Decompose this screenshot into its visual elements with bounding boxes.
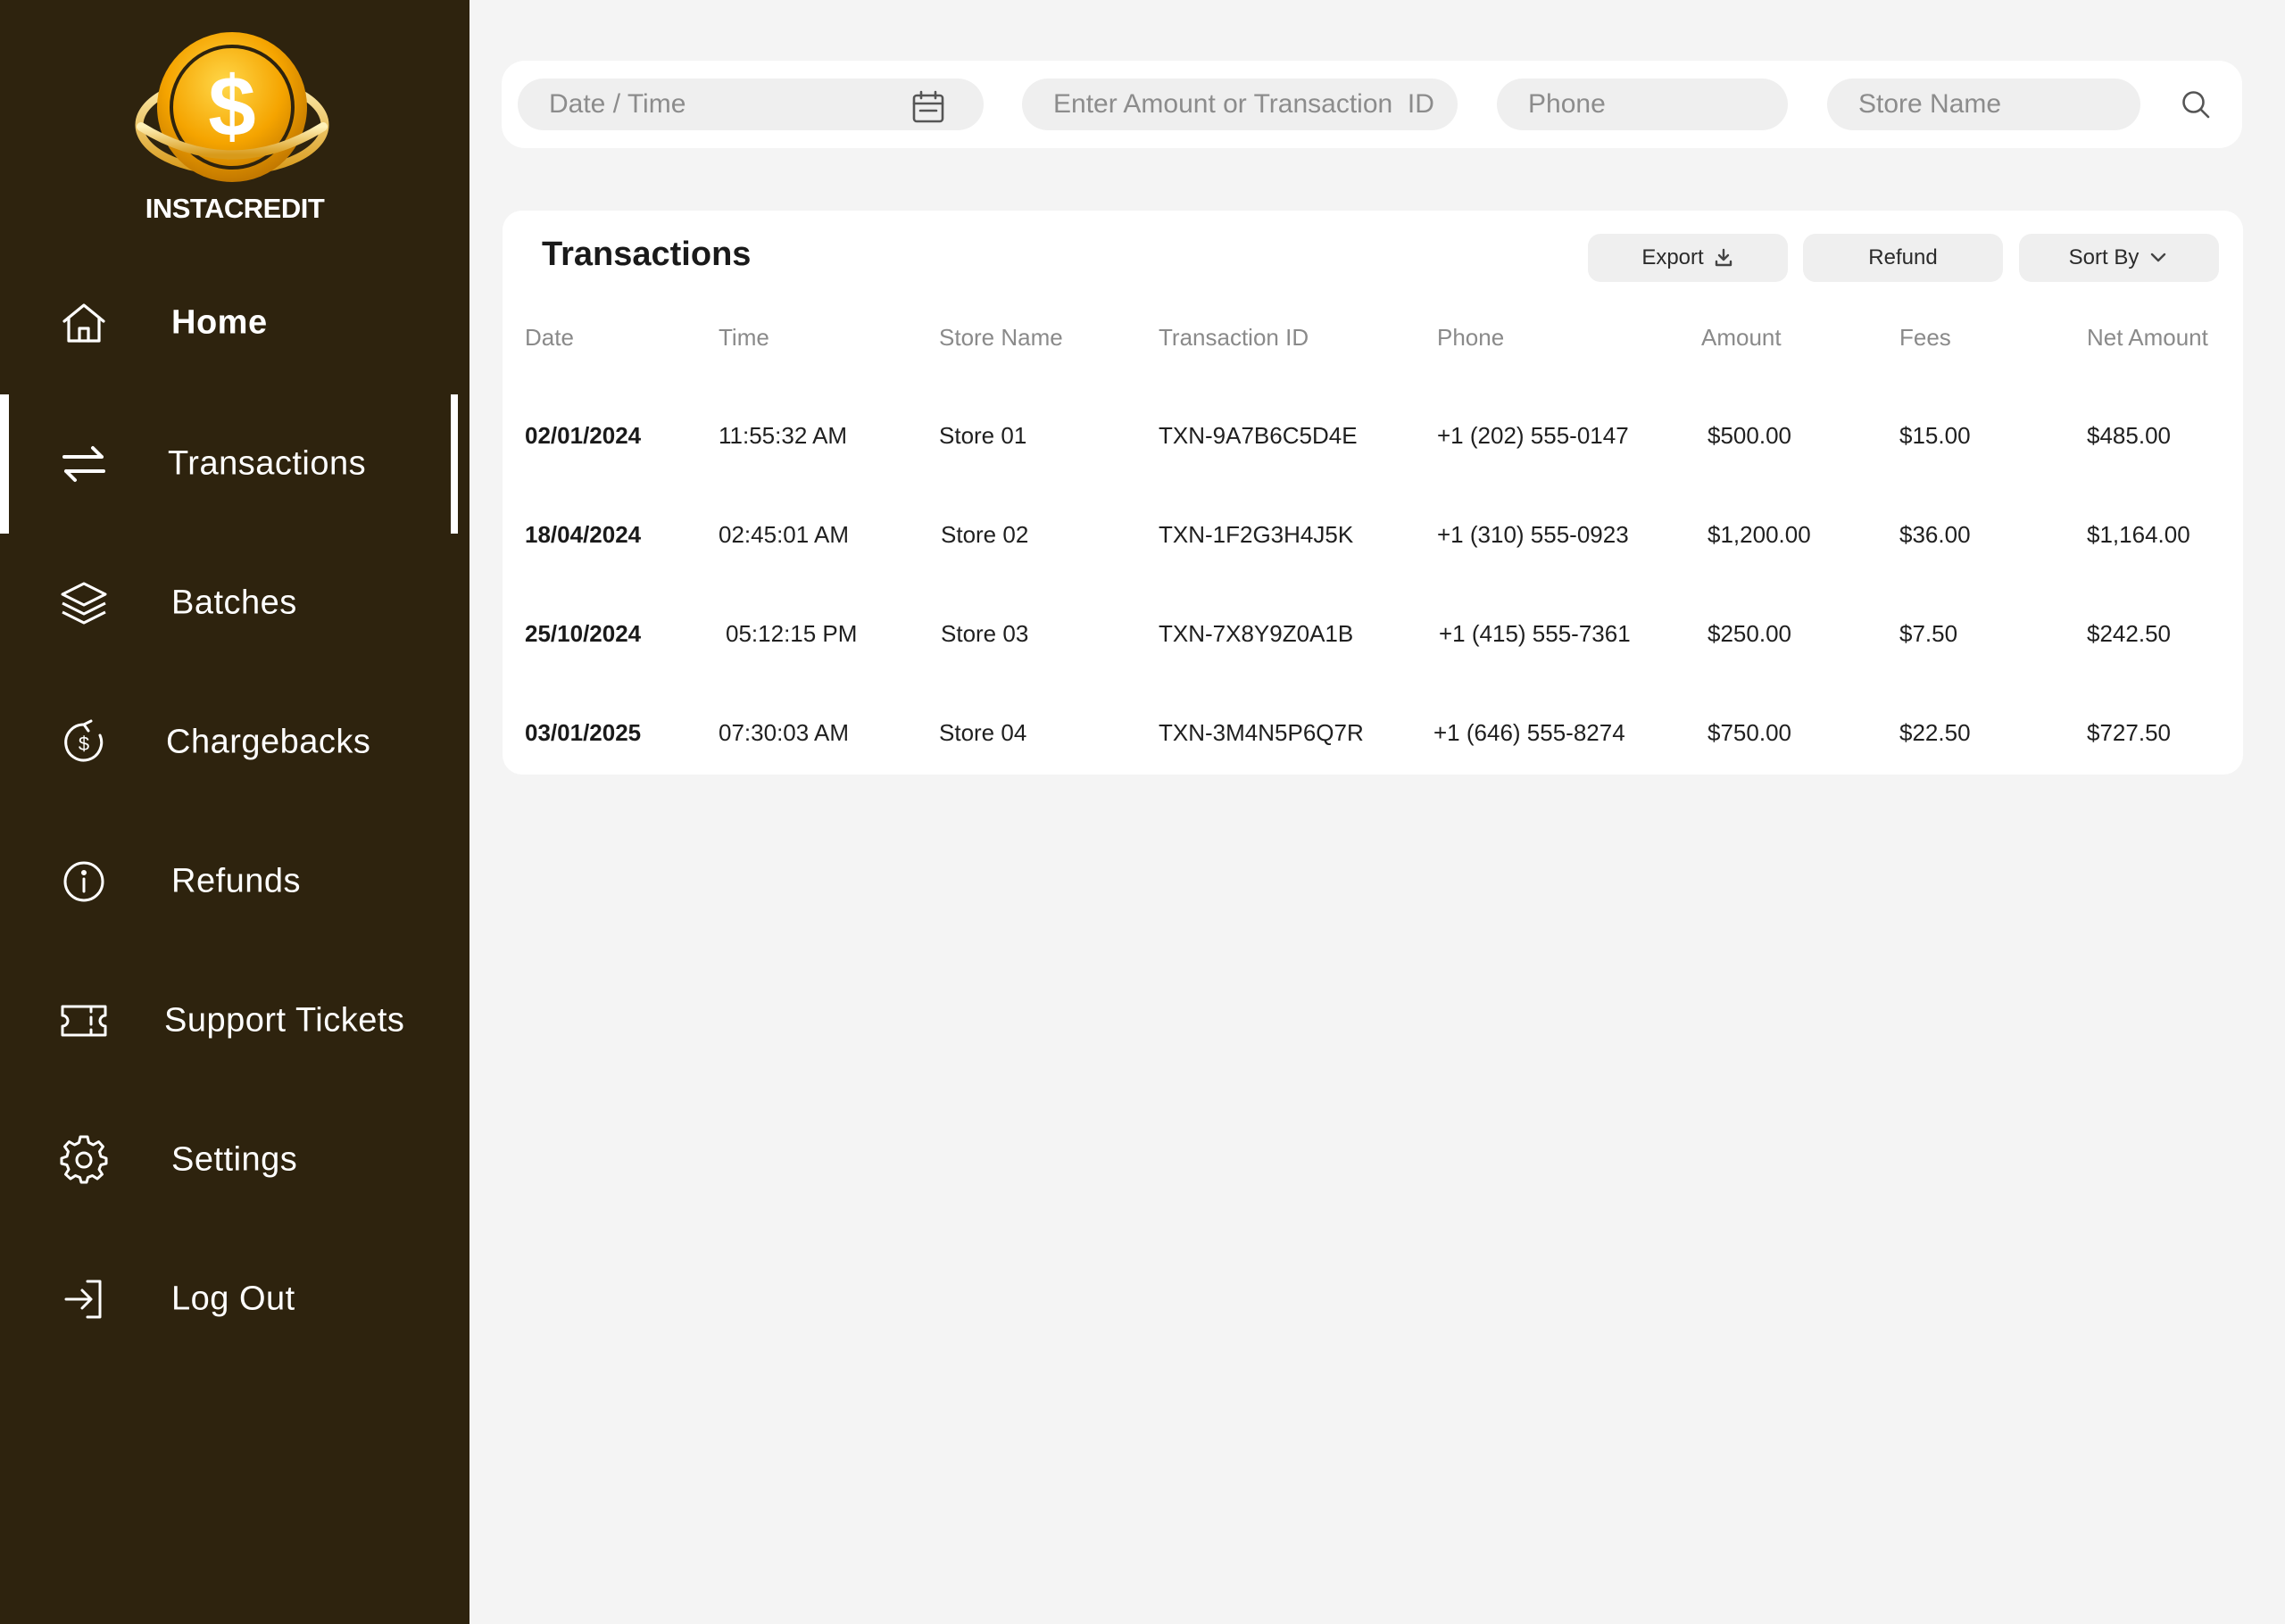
cell-fees: $22.50 [1899,719,1971,746]
cell-fees: $7.50 [1899,620,1958,647]
home-icon [59,298,109,348]
layers-icon [59,578,109,628]
cell-transaction-id: TXN-9A7B6C5D4E [1159,422,1358,449]
cell-phone: +1 (646) 555-8274 [1433,719,1625,746]
cell-phone: +1 (310) 555-0923 [1437,521,1629,548]
column-header-amount[interactable]: Amount [1701,324,1782,352]
cell-fees: $15.00 [1899,422,1971,449]
cell-time: 07:30:03 AM [719,719,849,746]
sidebar-item-refunds[interactable]: Refunds [0,812,469,951]
column-header-fees[interactable]: Fees [1899,324,1951,352]
arrows-exchange-icon [59,439,109,489]
sidebar-item-label: Log Out [171,1280,295,1318]
cell-store-name: Store 01 [939,422,1027,449]
cell-date: 25/10/2024 [525,620,642,647]
coin-logo-icon: $ [135,32,329,182]
filter-bar [502,61,2242,148]
sidebar-item-home[interactable]: Home [0,253,469,393]
ticket-icon [59,996,109,1046]
cell-transaction-id: TXN-7X8Y9Z0A1B [1159,620,1354,647]
cell-date: 02/01/2024 [525,422,642,449]
export-button[interactable]: Export [1588,234,1788,282]
column-header-net-amount[interactable]: Net Amount [2087,324,2208,352]
phone-field[interactable] [1497,79,1788,130]
cell-phone: +1 (202) 555-0147 [1437,422,1629,449]
cell-amount: $1,200.00 [1708,521,1811,548]
cell-date: 18/04/2024 [525,521,642,548]
sidebar-item-settings[interactable]: Settings [0,1090,469,1230]
info-circle-icon [59,857,109,907]
cell-store-name: Store 04 [939,719,1027,746]
sidebar-item-logout[interactable]: Log Out [0,1230,469,1369]
dollar-refresh-icon: $ [59,717,109,767]
cell-store-name: Store 03 [941,620,1029,647]
cell-time: 02:45:01 AM [719,521,849,548]
logout-icon [59,1274,109,1324]
amount-or-transaction-id-field[interactable] [1022,79,1458,130]
download-icon [1715,248,1732,267]
cell-transaction-id: TXN-1F2G3H4J5K [1159,521,1354,548]
sort-by-label: Sort By [2068,245,2140,269]
cell-time: 11:55:32 AM [719,422,848,449]
sidebar: $ INSTACREDIT Home Transactions Batches … [0,0,469,1624]
sidebar-item-support-tickets[interactable]: Support Tickets [0,951,469,1090]
cell-net-amount: $242.50 [2087,620,2171,647]
cell-amount: $250.00 [1708,620,1791,647]
cell-amount: $500.00 [1708,422,1791,449]
store-name-field[interactable] [1827,79,2140,130]
brand-name: INSTACREDIT [145,193,325,224]
search-icon[interactable] [2180,88,2212,120]
calendar-icon[interactable] [910,89,946,125]
sidebar-item-label: Support Tickets [164,1001,405,1040]
cell-net-amount: $727.50 [2087,719,2171,746]
sidebar-item-label: Home [171,303,268,342]
export-button-label: Export [1641,245,1704,269]
cell-fees: $36.00 [1899,521,1971,548]
cell-amount: $750.00 [1708,719,1791,746]
column-header-time[interactable]: Time [719,324,769,352]
app-root: $ INSTACREDIT Home Transactions Batches … [0,0,2285,1624]
sidebar-item-label: Transactions [168,444,367,483]
cell-store-name: Store 02 [941,521,1029,548]
cell-phone: +1 (415) 555-7361 [1439,620,1631,647]
cell-transaction-id: TXN-3M4N5P6Q7R [1159,719,1364,746]
sort-by-dropdown[interactable]: Sort By [2019,234,2219,282]
chevron-down-icon [2151,253,2166,262]
cell-net-amount: $1,164.00 [2087,521,2190,548]
brand-logo: $ INSTACREDIT [134,27,336,232]
sidebar-item-label: Chargebacks [166,723,371,761]
column-header-date[interactable]: Date [525,324,574,352]
refund-button[interactable]: Refund [1803,234,2003,282]
page-title: Transactions [542,236,752,273]
sidebar-item-transactions[interactable]: Transactions [0,394,469,534]
svg-text:$: $ [208,59,255,154]
cell-net-amount: $485.00 [2087,422,2171,449]
transactions-card: Transactions Export Refund Sort By Date … [503,211,2243,775]
svg-text:$: $ [79,733,89,755]
sidebar-item-label: Settings [171,1140,298,1179]
sidebar-item-batches[interactable]: Batches [0,534,469,673]
column-header-transaction-id[interactable]: Transaction ID [1159,324,1309,352]
column-header-phone[interactable]: Phone [1437,324,1504,352]
sidebar-item-label: Batches [171,584,297,622]
cell-time: 05:12:15 PM [726,620,858,647]
sidebar-item-chargebacks[interactable]: $ Chargebacks [0,673,469,812]
column-header-store-name[interactable]: Store Name [939,324,1063,352]
cell-date: 03/01/2025 [525,719,642,746]
gear-icon [59,1135,109,1185]
refund-button-label: Refund [1868,245,1938,269]
sidebar-item-label: Refunds [171,862,302,900]
